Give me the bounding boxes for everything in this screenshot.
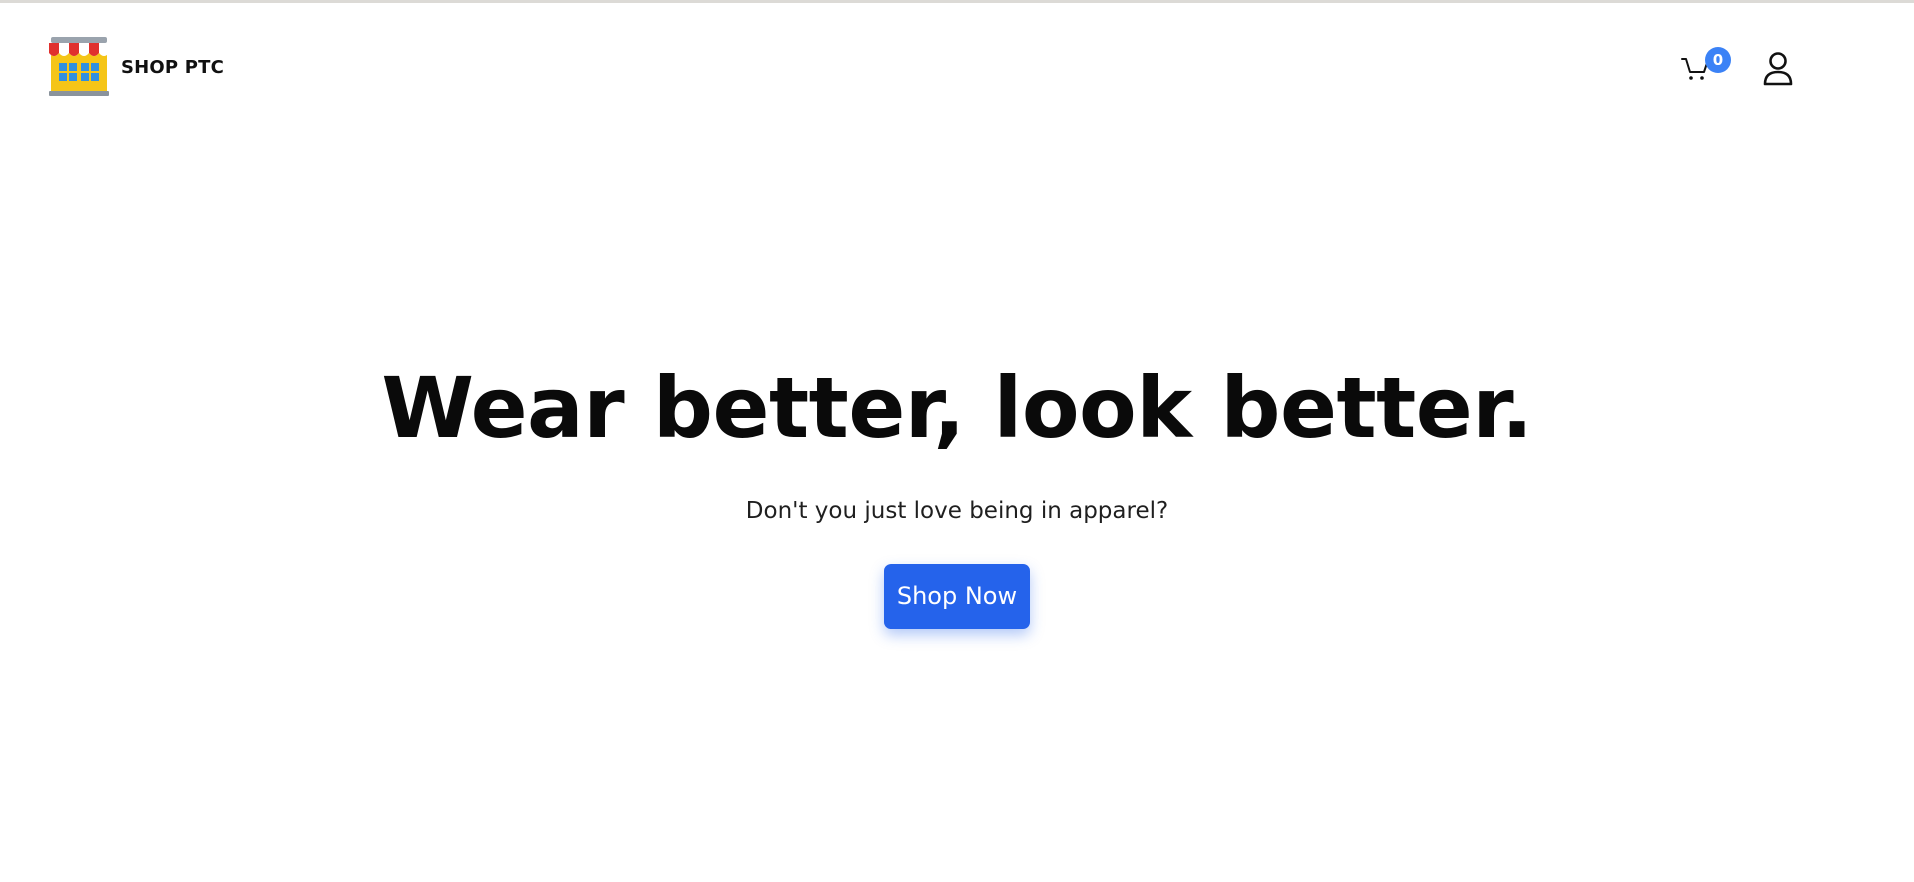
brand-name: SHOP PTC [121, 56, 225, 78]
brand-link[interactable]: SHOP PTC [47, 37, 224, 97]
account-button[interactable] [1762, 51, 1794, 87]
site-header: SHOP PTC 0 [0, 3, 1914, 133]
hero-subtitle: Don't you just love being in apparel? [745, 498, 1169, 524]
hero-title: Wear better, look better. [381, 359, 1533, 457]
cart-button[interactable]: 0 [1680, 47, 1731, 87]
store-icon [49, 37, 109, 96]
hero-section: Wear better, look better. Don't you just… [0, 358, 1914, 629]
shop-now-button[interactable]: Shop Now [884, 564, 1030, 629]
cart-count-badge: 0 [1705, 47, 1731, 73]
user-icon [1763, 52, 1793, 86]
page: SHOP PTC 0 Wear better, look better. Don… [0, 0, 1914, 882]
